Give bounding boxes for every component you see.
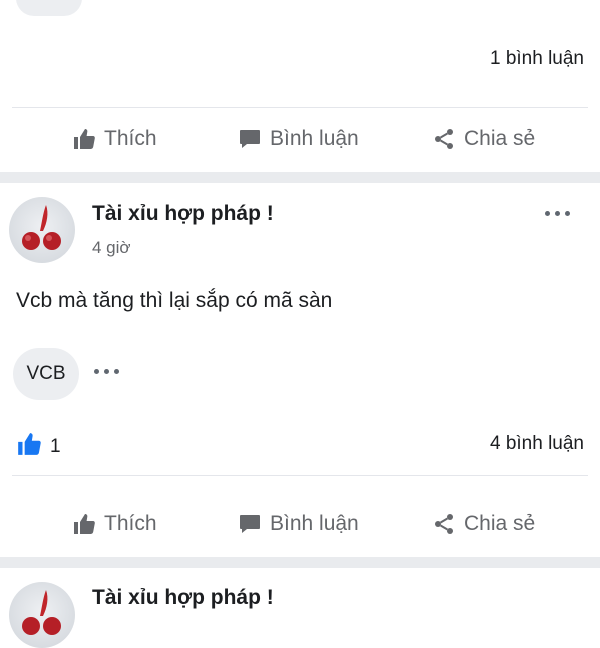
comment-label: Bình luận [270, 512, 359, 535]
post-author-name[interactable]: Tài xỉu hợp pháp ! [92, 586, 274, 610]
like-count: 1 [50, 435, 61, 457]
stock-tag-chip[interactable]: VCB [13, 348, 79, 400]
comment-button[interactable]: Bình luận [238, 127, 359, 151]
share-icon [432, 512, 456, 536]
like-button[interactable]: Thích [72, 512, 157, 536]
avatar-image [22, 590, 61, 635]
like-label: Thích [104, 512, 157, 535]
share-button[interactable]: Chia sẻ [432, 512, 535, 536]
post-comment-count[interactable]: 4 bình luận [490, 433, 584, 455]
share-label: Chia sẻ [464, 512, 536, 535]
avatar[interactable] [9, 582, 75, 648]
more-dots-icon [545, 211, 550, 216]
share-button[interactable]: Chia sẻ [432, 127, 535, 151]
comment-button[interactable]: Bình luận [238, 512, 359, 536]
top-post-comment-count[interactable]: 1 bình luận [490, 48, 584, 70]
post-body-text: Vcb mà tăng thì lại sắp có mã sàn [16, 289, 333, 312]
avatar-image [22, 205, 61, 250]
avatar[interactable] [9, 197, 75, 263]
divider [12, 107, 588, 108]
post-timestamp[interactable]: 4 giờ [92, 238, 131, 258]
tag-more-button[interactable] [94, 369, 119, 374]
post-separator [0, 557, 600, 568]
divider [12, 475, 588, 476]
more-options-button[interactable] [545, 211, 570, 216]
share-label: Chia sẻ [464, 127, 536, 150]
share-icon [432, 127, 456, 151]
thumbs-up-icon [72, 127, 96, 151]
comment-label: Bình luận [270, 127, 359, 150]
like-reaction-icon [16, 431, 42, 462]
post-separator [0, 172, 600, 183]
comment-bubble-icon [238, 127, 262, 151]
reaction-summary[interactable]: 1 [16, 431, 61, 462]
like-button[interactable]: Thích [72, 127, 157, 151]
more-dots-icon [94, 369, 99, 374]
stock-tag-label: VCB [26, 363, 66, 384]
comment-bubble-icon [238, 512, 262, 536]
thumbs-up-icon [72, 512, 96, 536]
post-author-name[interactable]: Tài xỉu hợp pháp ! [92, 202, 274, 226]
previous-tag-chip-fragment[interactable] [16, 0, 82, 16]
like-label: Thích [104, 127, 157, 150]
